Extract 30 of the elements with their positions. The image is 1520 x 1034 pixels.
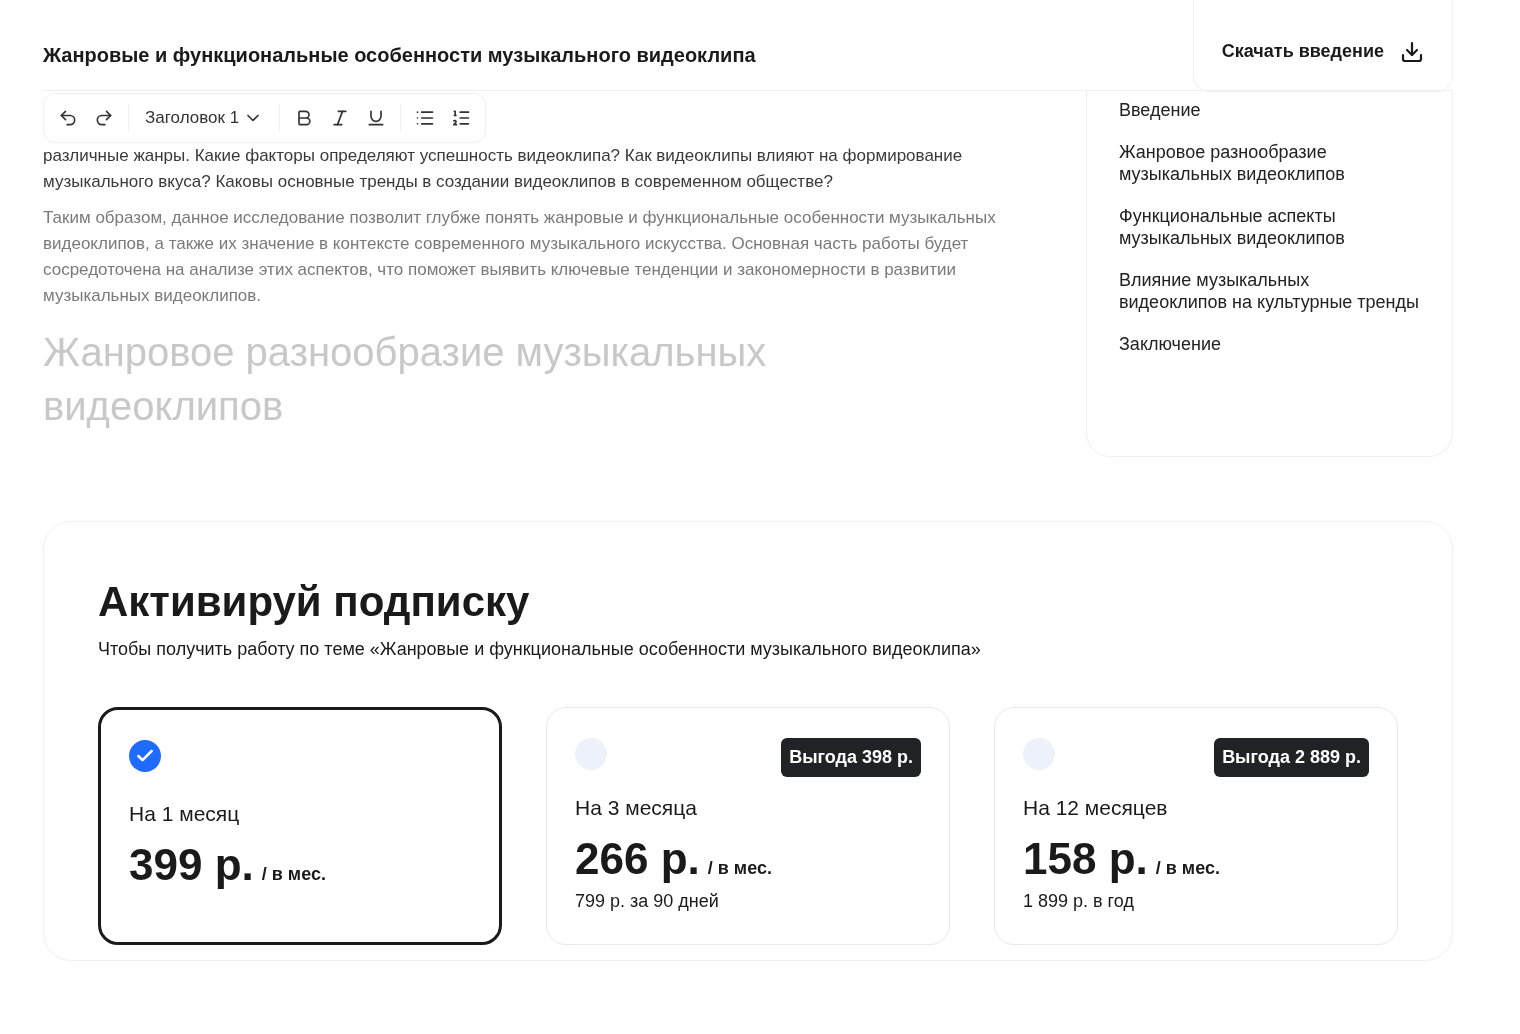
savings-badge: Выгода 398 р. [781, 738, 921, 777]
contents-link[interactable]: Функциональные аспекты музыкальных видеоклипов [1119, 205, 1420, 249]
plan-card[interactable]: Выгода 398 р. На 3 месяца 266 р. / в мес. 799 р. за 90 дней [546, 707, 950, 945]
subscription-subtitle: Чтобы получить работу по теме «Жанровые и функциональные особенности музыкального видеоклипа» [98, 638, 982, 661]
plan-total: 799 р. за 90 дней [575, 889, 720, 913]
subscription-title: Активируй подписку [98, 577, 531, 627]
contents-link[interactable]: Введение [1119, 99, 1420, 121]
plan-total: 1 899 р. в год [1023, 889, 1135, 913]
heading-select[interactable]: Заголовок 1 [137, 105, 272, 131]
plan-name: На 1 месяц [129, 801, 241, 827]
document-title: Жанровые и функциональные особенности музыкального видеоклипа [43, 43, 756, 68]
plan-price: 399 р. [129, 838, 254, 891]
savings-badge: Выгода 2 889 р. [1214, 738, 1369, 777]
check-icon [129, 740, 161, 772]
contents-link[interactable]: Влияние музыкальных видеоклипов на культурные тренды [1119, 269, 1420, 313]
download-icon [1400, 39, 1424, 64]
price-period: / в мес. [1155, 856, 1220, 880]
body-paragraph: различные жанры. Какие факторы определяют успешность видеоклипа? Как видеоклипы влияют на формирование музыкального вкуса? Каковы основные тренды в создании видеоклипов в современном обществе? [43, 145, 964, 193]
plan-name: На 3 месяца [575, 795, 698, 821]
contents-link[interactable]: Жанровое разнообразие музыкальных видеоклипов [1119, 141, 1420, 185]
plan-card[interactable]: Выгода 2 889 р. На 12 месяцев 158 р. / в мес. 1 899 р. в год [994, 707, 1398, 945]
plan-price: 158 р. [1023, 832, 1148, 885]
plan-price: 266 р. [575, 832, 700, 885]
body-paragraph: Таким образом, данное исследование позволит глубже понять жанровые и функциональные особенности музыкальных видеоклипов, а также их значение в контексте современного музыкального искусства. Основная часть работы будет сосредоточена на анализе этих аспектов, что поможет выявить ключевые тенденции и закономерности в развитии музыкальных видеоклипов. [43, 207, 997, 307]
plan-name: На 12 месяцев [1023, 795, 1169, 821]
price-period: / в мес. [707, 856, 772, 880]
price-period: / в мес. [261, 862, 326, 886]
plan-card[interactable]: На 1 месяц 399 р. / в мес. [98, 707, 502, 945]
contents-link[interactable]: Заключение [1119, 333, 1420, 355]
download-button[interactable]: Скачать введение [1192, 0, 1453, 92]
